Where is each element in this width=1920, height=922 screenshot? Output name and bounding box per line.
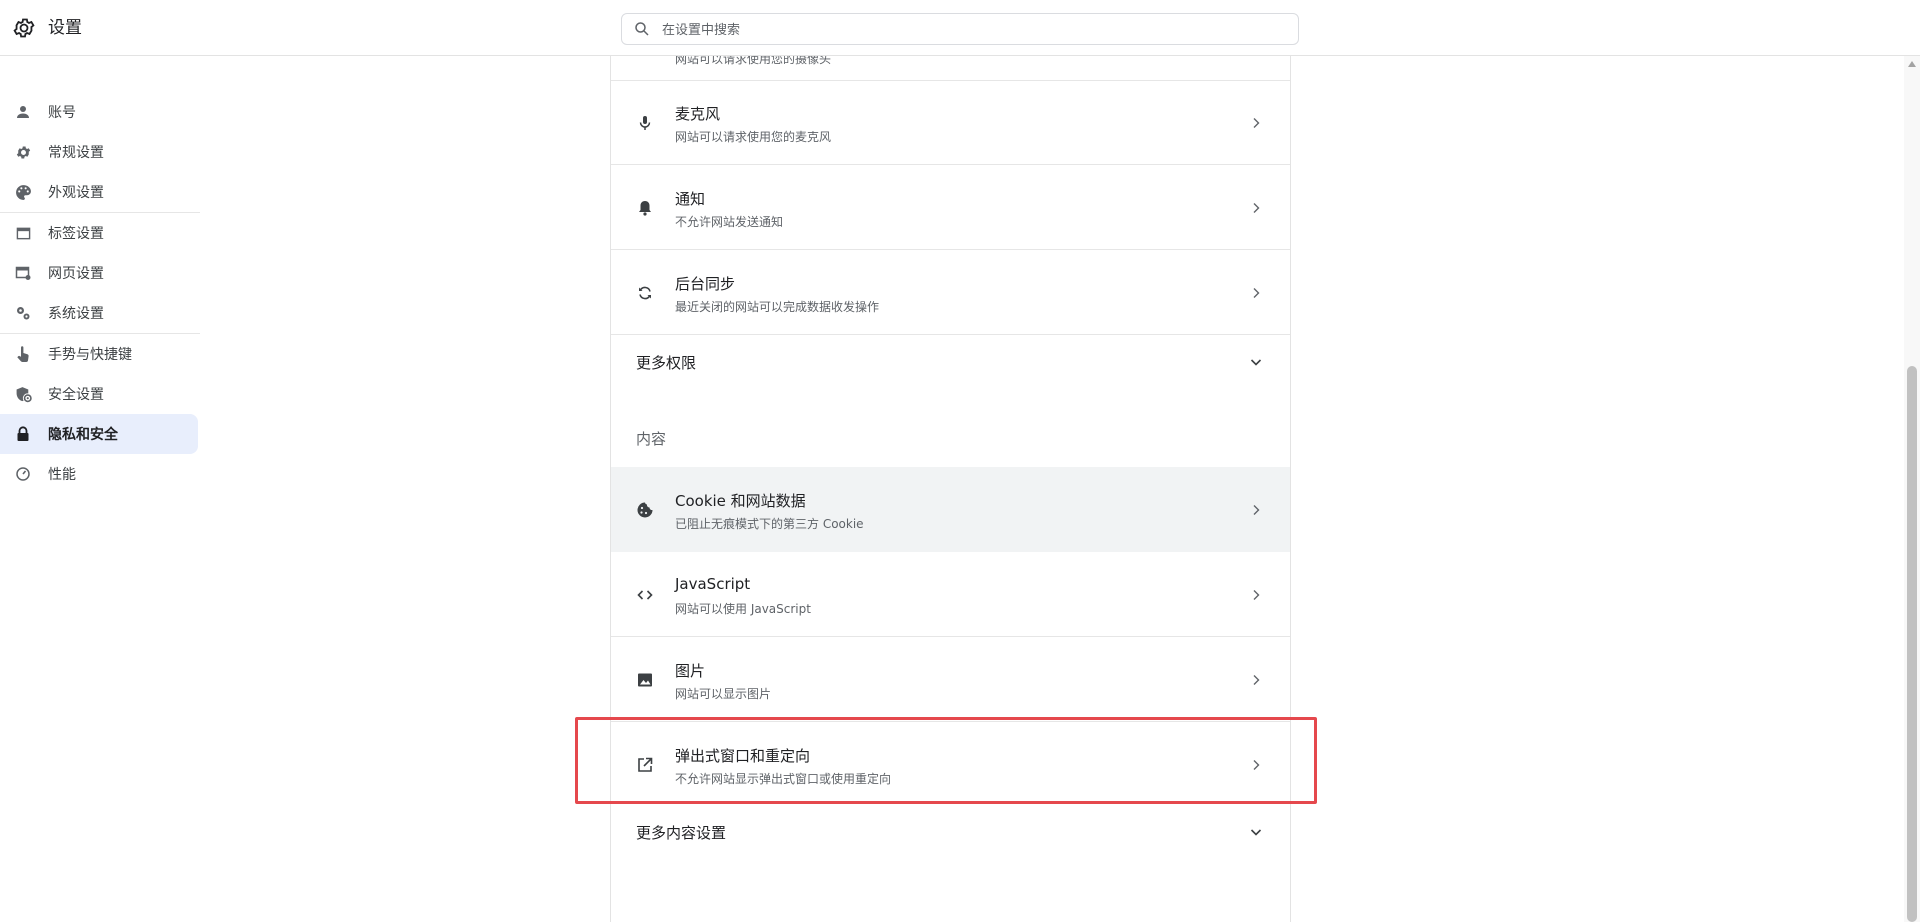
sidebar-item-label: 外观设置 bbox=[48, 185, 104, 201]
gear-icon bbox=[14, 143, 32, 161]
row-subtitle: 网站可以请求使用您的麦克风 bbox=[675, 130, 832, 144]
open-in-new-icon bbox=[638, 757, 653, 772]
shield-icon bbox=[14, 385, 32, 403]
sidebar-item-label: 性能 bbox=[48, 467, 76, 483]
settings-panel: 网站可以请求使用您的摄像头 麦克风 网站可以请求使用您的麦克风 通知 不允许网站… bbox=[610, 56, 1291, 922]
cookies-row[interactable]: Cookie 和网站数据 已阻止无痕模式下的第三方 Cookie bbox=[611, 467, 1290, 552]
tab-window-icon bbox=[14, 224, 32, 242]
row-subtitle: 网站可以使用 JavaScript bbox=[675, 602, 811, 616]
section-heading-content: 内容 bbox=[636, 430, 667, 448]
cookie-icon bbox=[637, 502, 653, 518]
sync-icon bbox=[639, 286, 651, 300]
row-subtitle: 网站可以显示图片 bbox=[675, 687, 772, 701]
images-row[interactable]: 图片 网站可以显示图片 bbox=[611, 637, 1290, 722]
chevron-right-icon bbox=[1253, 760, 1260, 770]
sidebar-item-label: 标签设置 bbox=[48, 226, 104, 242]
row-subtitle: 已阻止无痕模式下的第三方 Cookie bbox=[675, 517, 864, 531]
javascript-row[interactable]: JavaScript 网站可以使用 JavaScript bbox=[611, 552, 1290, 637]
sidebar-item-label: 隐私和安全 bbox=[48, 427, 118, 443]
sidebar-item-performance[interactable]: 性能 bbox=[0, 454, 198, 494]
notifications-row[interactable]: 通知 不允许网站发送通知 bbox=[611, 165, 1290, 250]
row-subtitle: 最近关闭的网站可以完成数据收发操作 bbox=[675, 300, 880, 314]
more-content-settings-expander[interactable]: 更多内容设置 bbox=[611, 808, 1290, 856]
chevron-right-icon bbox=[1253, 118, 1260, 128]
image-icon bbox=[638, 673, 652, 687]
palette-icon bbox=[14, 183, 32, 201]
sidebar-item-general[interactable]: 常规设置 bbox=[0, 132, 198, 172]
sidebar-item-label: 账号 bbox=[48, 105, 76, 121]
row-title: 弹出式窗口和重定向 bbox=[675, 747, 811, 765]
search-icon bbox=[635, 22, 649, 36]
chevron-right-icon bbox=[1253, 590, 1260, 600]
row-title: 通知 bbox=[675, 190, 706, 208]
microphone-icon bbox=[639, 116, 651, 130]
more-permissions-expander[interactable]: 更多权限 bbox=[611, 338, 1290, 386]
sidebar-item-label: 常规设置 bbox=[48, 145, 104, 161]
popups-redirects-row[interactable]: 弹出式窗口和重定向 不允许网站显示弹出式窗口或使用重定向 bbox=[611, 722, 1290, 807]
sidebar-item-label: 手势与快捷键 bbox=[48, 347, 132, 363]
chevron-right-icon bbox=[1253, 203, 1260, 213]
row-title: JavaScript bbox=[675, 575, 751, 593]
sidebar-item-tabs[interactable]: 标签设置 bbox=[0, 213, 198, 253]
sidebar-item-webpage[interactable]: 网页设置 bbox=[0, 253, 198, 293]
lock-icon bbox=[14, 425, 32, 443]
sidebar: 账号 常规设置 外观设置 标签设置 网页设置 系统设置 手势与快捷键 安全设置 … bbox=[0, 92, 200, 494]
scrollbar-thumb[interactable] bbox=[1907, 366, 1917, 922]
chevron-right-icon bbox=[1253, 288, 1260, 298]
camera-row-partial[interactable]: 网站可以请求使用您的摄像头 bbox=[611, 56, 1290, 81]
sidebar-item-security[interactable]: 安全设置 bbox=[0, 374, 198, 414]
row-title: 后台同步 bbox=[675, 275, 736, 293]
sidebar-item-label: 安全设置 bbox=[48, 387, 104, 403]
page-title: 设置 bbox=[48, 18, 82, 38]
scroll-up-arrow-icon[interactable] bbox=[1907, 60, 1917, 68]
expander-label: 更多权限 bbox=[636, 354, 697, 372]
sidebar-item-label: 系统设置 bbox=[48, 306, 104, 322]
row-title: 麦克风 bbox=[675, 105, 721, 123]
sidebar-item-label: 网页设置 bbox=[48, 266, 104, 282]
row-subtitle: 网站可以请求使用您的摄像头 bbox=[675, 56, 832, 66]
search-box[interactable] bbox=[621, 13, 1299, 46]
gear-icon bbox=[13, 18, 35, 38]
sidebar-item-gestures[interactable]: 手势与快捷键 bbox=[0, 334, 198, 374]
sidebar-item-account[interactable]: 账号 bbox=[0, 92, 198, 132]
chevron-down-icon bbox=[1250, 359, 1262, 366]
sidebar-item-system[interactable]: 系统设置 bbox=[0, 293, 198, 333]
speedometer-icon bbox=[14, 465, 32, 483]
chevron-right-icon bbox=[1253, 675, 1260, 685]
sidebar-item-appearance[interactable]: 外观设置 bbox=[0, 172, 198, 212]
code-icon bbox=[637, 590, 653, 600]
search-input[interactable] bbox=[660, 14, 1284, 46]
row-subtitle: 不允许网站发送通知 bbox=[675, 215, 784, 229]
chevron-down-icon bbox=[1250, 829, 1262, 836]
top-bar: 设置 bbox=[0, 0, 1920, 56]
sidebar-item-privacy[interactable]: 隐私和安全 bbox=[0, 414, 198, 454]
person-icon bbox=[14, 103, 32, 121]
microphone-row[interactable]: 麦克风 网站可以请求使用您的麦克风 bbox=[611, 80, 1290, 165]
bell-icon bbox=[639, 201, 651, 216]
row-subtitle: 不允许网站显示弹出式窗口或使用重定向 bbox=[675, 772, 892, 786]
hand-pointer-icon bbox=[14, 345, 32, 363]
background-sync-row[interactable]: 后台同步 最近关闭的网站可以完成数据收发操作 bbox=[611, 250, 1290, 335]
chevron-right-icon bbox=[1253, 505, 1260, 515]
webpage-settings-icon bbox=[14, 264, 32, 282]
row-title: 图片 bbox=[675, 662, 706, 680]
expander-label: 更多内容设置 bbox=[636, 824, 727, 842]
system-gears-icon bbox=[14, 304, 32, 322]
row-title: Cookie 和网站数据 bbox=[675, 492, 806, 510]
